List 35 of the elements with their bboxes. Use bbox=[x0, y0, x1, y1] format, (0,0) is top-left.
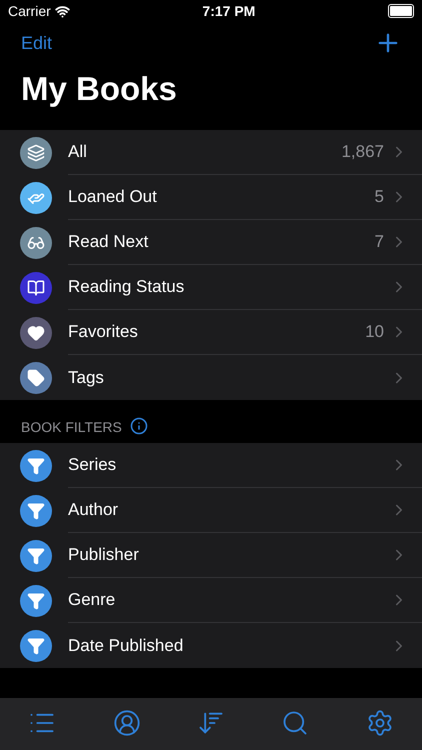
row-label[interactable]: Series bbox=[68, 455, 390, 475]
filter-icon bbox=[27, 546, 45, 564]
row-label[interactable]: Tags bbox=[68, 368, 390, 388]
row-count: 7 bbox=[374, 232, 384, 252]
heart-icon bbox=[27, 324, 45, 342]
section-header: BOOK FILTERS bbox=[21, 419, 122, 435]
status-time: 7:17 PM bbox=[202, 3, 256, 19]
row-label[interactable]: Reading Status bbox=[68, 277, 390, 297]
filter-icon bbox=[27, 502, 45, 520]
row-label[interactable]: Favorites bbox=[68, 322, 366, 342]
row-label[interactable]: Date Published bbox=[68, 636, 390, 656]
tag-icon bbox=[27, 368, 45, 386]
edit-button[interactable]: Edit bbox=[21, 32, 52, 54]
row-count: 5 bbox=[374, 187, 384, 207]
book-icon bbox=[27, 278, 45, 296]
filter-icon bbox=[27, 592, 45, 610]
row-label[interactable]: Publisher bbox=[68, 545, 390, 565]
page-title: My Books bbox=[20, 69, 178, 109]
row-count: 1,867 bbox=[341, 142, 384, 162]
row-label[interactable]: Author bbox=[68, 500, 390, 520]
row-label[interactable]: Loaned Out bbox=[68, 187, 375, 207]
row-label[interactable]: Genre bbox=[68, 590, 390, 610]
filter-icon bbox=[27, 456, 45, 474]
search-icon[interactable] bbox=[281, 709, 310, 737]
row-label[interactable]: Read Next bbox=[68, 232, 375, 252]
wifi-icon bbox=[54, 4, 70, 18]
carrier-text: Carrier bbox=[8, 3, 51, 19]
battery-icon bbox=[388, 4, 414, 18]
settings-icon[interactable] bbox=[366, 709, 394, 737]
row-count: 10 bbox=[365, 322, 384, 342]
row-label[interactable]: All bbox=[68, 142, 342, 162]
user-circle-icon[interactable] bbox=[112, 709, 141, 737]
books-icon bbox=[27, 144, 45, 162]
filter-icon bbox=[27, 636, 45, 654]
info-icon[interactable] bbox=[130, 417, 148, 435]
